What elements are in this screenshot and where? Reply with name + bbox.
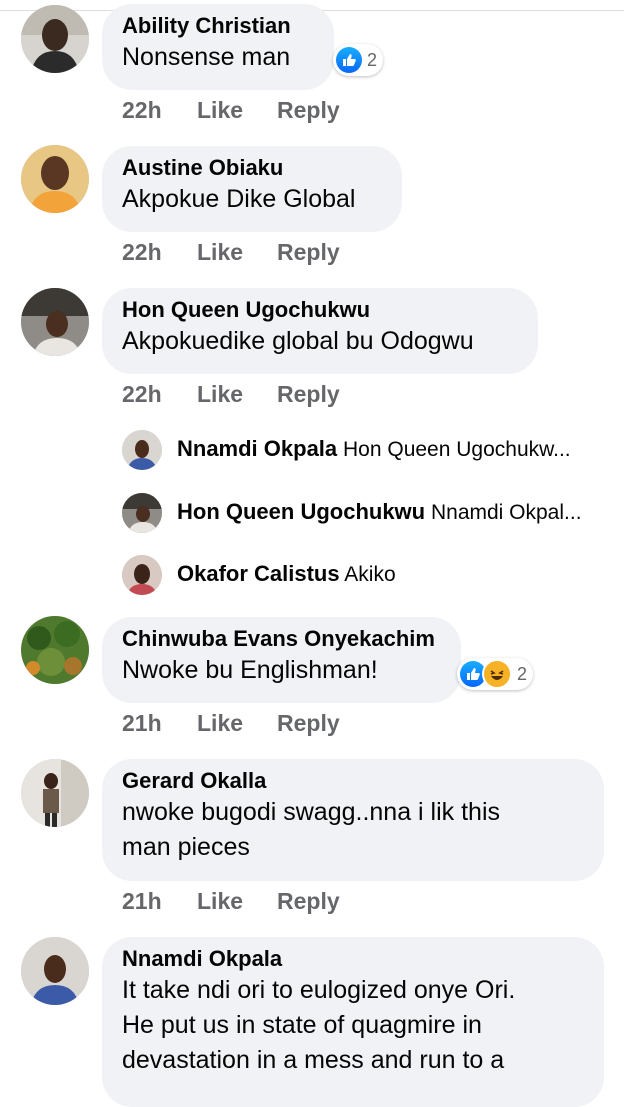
comment-text: Nonsense man xyxy=(122,43,291,71)
comment-text: Nwoke bu Englishman! xyxy=(122,656,378,684)
comment-text-line: devastation in a mess and run to a xyxy=(122,1046,505,1074)
timestamp[interactable]: 21h xyxy=(122,710,162,737)
reaction-count: 2 xyxy=(517,663,528,684)
timestamp[interactable]: 22h xyxy=(122,381,162,408)
comment-bubble: Hon Queen Ugochukwu Akpokuedike global b… xyxy=(102,288,538,374)
like-icon xyxy=(336,47,362,73)
reply-author[interactable]: Okafor Calistus xyxy=(177,561,340,586)
comment-author[interactable]: Gerard Okalla xyxy=(122,767,584,795)
timestamp[interactable]: 22h xyxy=(122,97,162,124)
like-button[interactable]: Like xyxy=(197,239,243,266)
timestamp[interactable]: 22h xyxy=(122,239,162,266)
haha-icon xyxy=(482,659,512,689)
like-button[interactable]: Like xyxy=(197,381,243,408)
avatar[interactable] xyxy=(21,616,89,684)
avatar[interactable] xyxy=(21,288,89,356)
reply-button[interactable]: Reply xyxy=(277,710,340,737)
avatar[interactable] xyxy=(122,493,162,533)
comment-bubble: Chinwuba Evans Onyekachim Nwoke bu Engli… xyxy=(102,617,461,703)
comment-author[interactable]: Austine Obiaku xyxy=(122,154,382,182)
comment-text-line: It take ndi ori to eulogized onye Ori. xyxy=(122,976,516,1004)
comment-bubble: Nnamdi Okpala It take ndi ori to eulogiz… xyxy=(102,937,604,1107)
comment-bubble: Gerard Okalla nwoke bugodi swagg..nna i … xyxy=(102,759,604,881)
reply-text: Akiko xyxy=(344,563,396,586)
comment-text: Akpokuedike global bu Odogwu xyxy=(122,327,474,355)
reaction-summary[interactable]: 2 xyxy=(333,44,384,76)
like-button[interactable]: Like xyxy=(197,888,243,915)
reply-author[interactable]: Hon Queen Ugochukwu xyxy=(177,499,425,524)
comment-author[interactable]: Hon Queen Ugochukwu xyxy=(122,296,518,324)
reply-author[interactable]: Nnamdi Okpala xyxy=(177,436,337,461)
avatar[interactable] xyxy=(21,937,89,1005)
comment-text-line: He put us in state of quagmire in xyxy=(122,1011,482,1039)
reply-button[interactable]: Reply xyxy=(277,97,340,124)
reply-text: Hon Queen Ugochukw... xyxy=(343,438,571,461)
comment-text-line: man pieces xyxy=(122,833,250,861)
avatar[interactable] xyxy=(122,430,162,470)
comment-author[interactable]: Chinwuba Evans Onyekachim xyxy=(122,625,441,653)
reaction-summary[interactable]: 2 xyxy=(457,658,534,690)
comment-bubble: Austine Obiaku Akpokue Dike Global xyxy=(102,146,402,232)
like-button[interactable]: Like xyxy=(197,710,243,737)
comment-author[interactable]: Nnamdi Okpala xyxy=(122,945,584,973)
avatar[interactable] xyxy=(21,5,89,73)
like-button[interactable]: Like xyxy=(197,97,243,124)
reaction-count: 2 xyxy=(367,49,378,70)
reply-text: Nnamdi Okpal... xyxy=(430,501,582,524)
comment-text-line: nwoke bugodi swagg..nna i lik this xyxy=(122,798,501,826)
timestamp[interactable]: 21h xyxy=(122,888,162,915)
reply-button[interactable]: Reply xyxy=(277,381,340,408)
reply-button[interactable]: Reply xyxy=(277,888,340,915)
reply-button[interactable]: Reply xyxy=(277,239,340,266)
avatar[interactable] xyxy=(21,759,89,827)
comment-author[interactable]: Ability Christian xyxy=(122,12,314,40)
avatar[interactable] xyxy=(21,145,89,213)
comment-bubble: Ability Christian Nonsense man xyxy=(102,4,334,90)
comment-text: Akpokue Dike Global xyxy=(122,185,356,213)
avatar[interactable] xyxy=(122,555,162,595)
